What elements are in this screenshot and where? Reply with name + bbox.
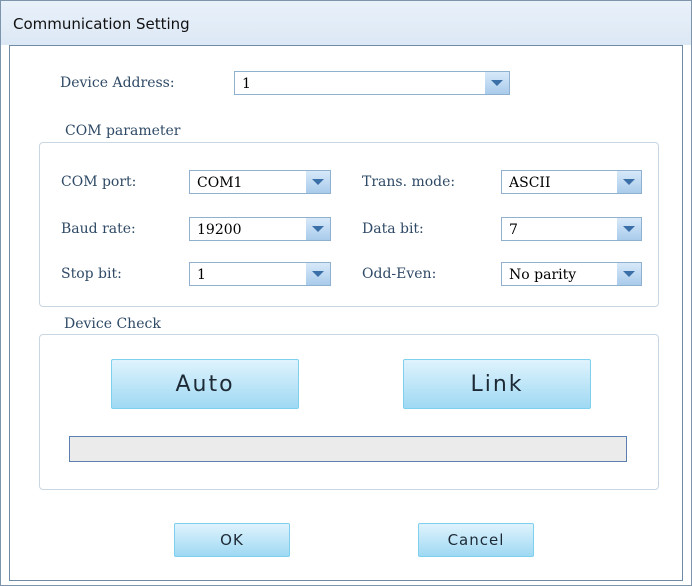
com-parameter-title: COM parameter: [65, 123, 181, 139]
ok-button[interactable]: OK: [174, 523, 290, 557]
com-port-select[interactable]: COM1: [189, 170, 331, 194]
dialog-body: Device Address: 1 COM parameter COM port…: [9, 45, 683, 581]
com-port-value: COM1: [197, 175, 243, 191]
chevron-down-icon[interactable]: [306, 218, 330, 240]
chevron-down-icon[interactable]: [306, 263, 330, 285]
device-address-value: 1: [242, 76, 251, 92]
cancel-button[interactable]: Cancel: [418, 523, 534, 557]
trans-mode-label: Trans. mode:: [362, 174, 456, 190]
data-bit-value: 7: [509, 222, 518, 238]
odd-even-value: No parity: [509, 267, 577, 283]
odd-even-label: Odd-Even:: [362, 266, 437, 282]
chevron-down-icon[interactable]: [306, 171, 330, 193]
device-address-select[interactable]: 1: [234, 71, 510, 95]
device-check-progress-bar: [69, 436, 627, 462]
chevron-down-icon[interactable]: [617, 171, 641, 193]
baud-rate-value: 19200: [197, 222, 242, 238]
com-port-label: COM port:: [61, 174, 137, 190]
stop-bit-label: Stop bit:: [61, 266, 122, 282]
device-check-group: [39, 334, 659, 490]
data-bit-label: Data bit:: [362, 221, 424, 237]
trans-mode-select[interactable]: ASCII: [501, 170, 642, 194]
window-title: Communication Setting: [13, 15, 190, 33]
odd-even-select[interactable]: No parity: [501, 262, 642, 286]
link-button[interactable]: Link: [403, 359, 591, 409]
communication-setting-dialog: Communication Setting Device Address: 1 …: [0, 0, 692, 586]
chevron-down-icon[interactable]: [485, 72, 509, 94]
baud-rate-select[interactable]: 19200: [189, 217, 331, 241]
stop-bit-select[interactable]: 1: [189, 262, 331, 286]
baud-rate-label: Baud rate:: [61, 221, 136, 237]
chevron-down-icon[interactable]: [617, 263, 641, 285]
device-check-title: Device Check: [64, 316, 161, 332]
stop-bit-value: 1: [197, 267, 206, 283]
device-address-label: Device Address:: [60, 75, 175, 91]
data-bit-select[interactable]: 7: [501, 217, 642, 241]
auto-button[interactable]: Auto: [111, 359, 299, 409]
chevron-down-icon[interactable]: [617, 218, 641, 240]
title-bar[interactable]: Communication Setting: [1, 1, 691, 45]
trans-mode-value: ASCII: [509, 175, 551, 191]
